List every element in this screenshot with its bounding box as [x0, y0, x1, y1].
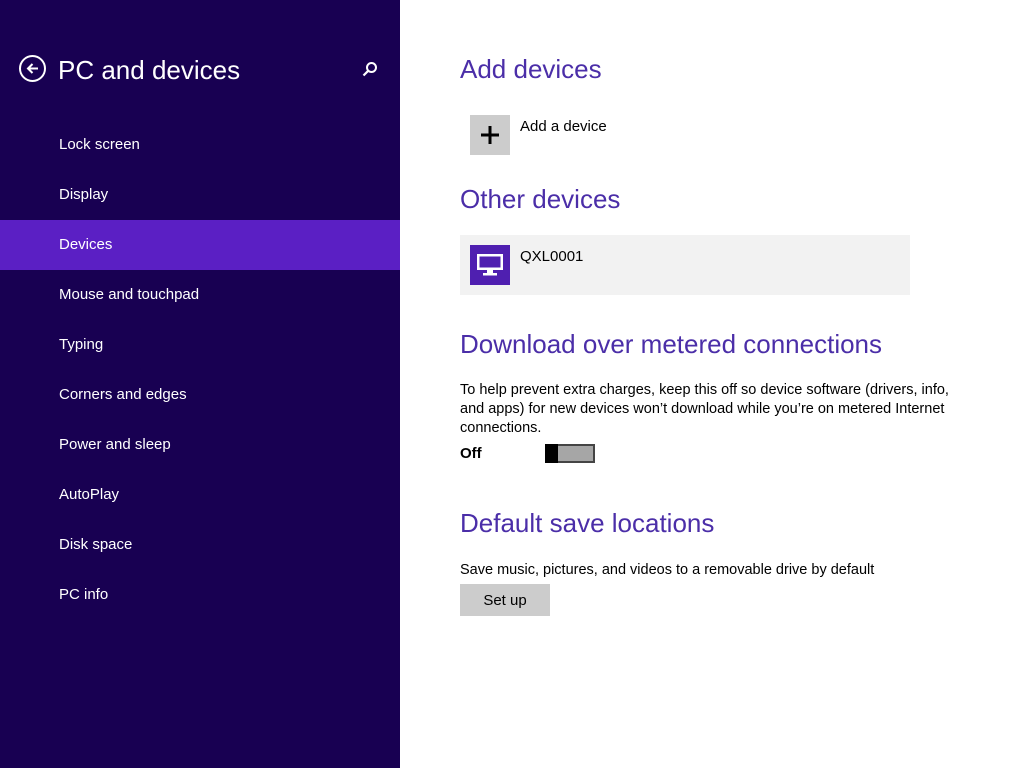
- metered-toggle[interactable]: [545, 444, 595, 463]
- metered-heading: Download over metered connections: [460, 329, 883, 359]
- add-device-tile: [470, 115, 510, 155]
- sidebar-item-pc-info[interactable]: PC info: [0, 570, 400, 620]
- page-title: PC and devices: [58, 55, 241, 85]
- sidebar-item-display[interactable]: Display: [0, 170, 400, 220]
- sidebar-item-power-and-sleep[interactable]: Power and sleep: [0, 420, 400, 470]
- back-arrow-icon: [26, 63, 38, 74]
- sidebar-item-typing[interactable]: Typing: [0, 320, 400, 370]
- main-content: Add devices Add a device Other devices Q…: [460, 0, 1000, 768]
- plus-icon: [481, 126, 499, 144]
- other-devices-heading: Other devices: [460, 184, 621, 214]
- setup-button[interactable]: Set up: [460, 584, 550, 616]
- add-device-label: Add a device: [520, 118, 607, 135]
- sidebar-item-disk-space[interactable]: Disk space: [0, 520, 400, 570]
- metered-toggle-state: Off: [460, 445, 482, 462]
- search-icon: [362, 62, 377, 77]
- back-button[interactable]: [19, 55, 46, 82]
- sidebar-item-autoplay[interactable]: AutoPlay: [0, 470, 400, 520]
- pc-settings-window: PC and devices Lock screen Display Devic…: [0, 0, 1024, 768]
- monitor-icon: [477, 254, 503, 276]
- add-device-button[interactable]: Add a device: [470, 115, 670, 155]
- device-tile: [470, 245, 510, 285]
- search-button[interactable]: [360, 60, 380, 80]
- toggle-thumb: [545, 444, 558, 463]
- device-name: QXL0001: [520, 248, 584, 265]
- save-locations-heading: Default save locations: [460, 508, 715, 538]
- metered-description: To help prevent extra charges, keep this…: [460, 382, 949, 436]
- sidebar-item-mouse-and-touchpad[interactable]: Mouse and touchpad: [0, 270, 400, 320]
- sidebar-item-devices[interactable]: Devices: [0, 220, 400, 270]
- sidebar: PC and devices Lock screen Display Devic…: [0, 0, 400, 768]
- device-item[interactable]: QXL0001: [460, 235, 910, 295]
- sidebar-nav: Lock screen Display Devices Mouse and to…: [0, 120, 400, 620]
- sidebar-item-lock-screen[interactable]: Lock screen: [0, 120, 400, 170]
- add-devices-heading: Add devices: [460, 54, 602, 84]
- save-locations-description: Save music, pictures, and videos to a re…: [460, 562, 875, 578]
- sidebar-item-corners-and-edges[interactable]: Corners and edges: [0, 370, 400, 420]
